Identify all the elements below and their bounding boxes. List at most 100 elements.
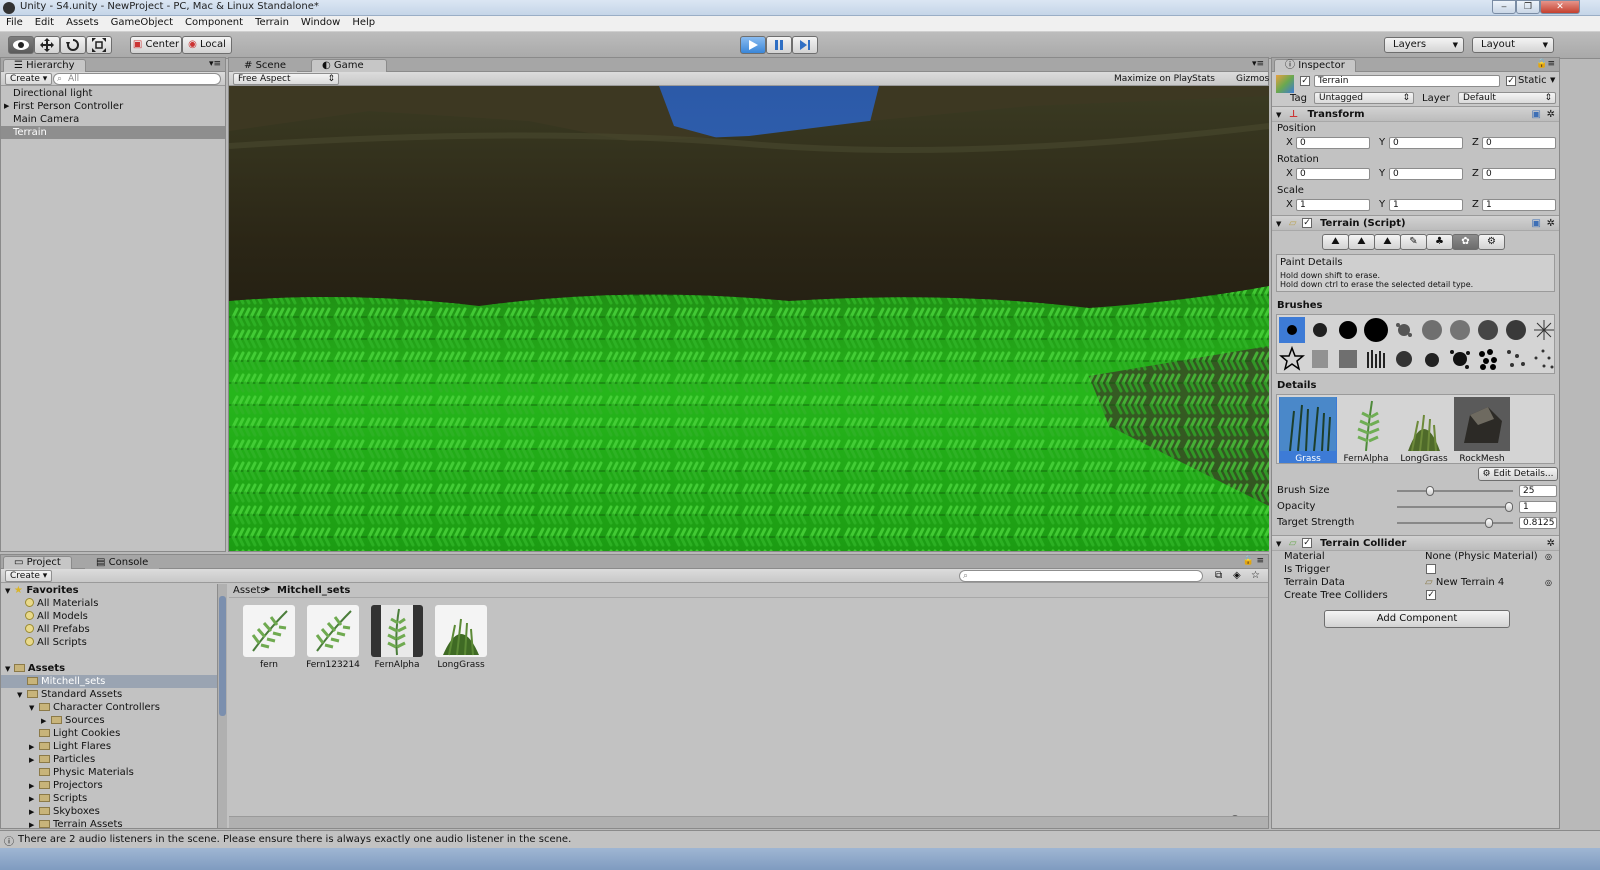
brush-soft-medium[interactable] (1307, 317, 1333, 343)
menu-help[interactable]: Help (346, 16, 381, 28)
status-bar[interactable]: ⓘ There are 2 audio listeners in the sce… (0, 830, 1600, 848)
rotation-y-field[interactable]: 0 (1389, 168, 1463, 180)
raise-lower-terrain-icon[interactable]: ⛰ (1322, 234, 1349, 250)
tab-console[interactable]: ▤ Console (85, 556, 160, 569)
project-folder-item[interactable]: ▶ Light Flares (1, 740, 217, 753)
project-folder-item[interactable]: Physic Materials (1, 766, 217, 779)
material-value[interactable]: None (Physic Material) (1425, 550, 1538, 563)
asset-longgrass[interactable]: LongGrass (433, 605, 489, 675)
stats-toggle[interactable]: Stats (1187, 73, 1220, 85)
gear-icon[interactable]: ✲ (1547, 536, 1555, 551)
brush-hair-2[interactable] (1335, 346, 1361, 372)
project-folder-item[interactable]: ▼ Standard Assets (1, 688, 217, 701)
tab-project[interactable]: ▭ Project (3, 556, 72, 569)
layer-dropdown[interactable]: Default ⇕ (1458, 92, 1556, 104)
opacity-slider-knob[interactable] (1505, 502, 1513, 512)
object-picker-icon[interactable]: ◎ (1545, 576, 1552, 589)
brush-star-outline-icon[interactable] (1278, 345, 1306, 372)
breadcrumb-assets[interactable]: Assets (233, 585, 266, 596)
expand-arrow-icon[interactable]: ▶ (4, 100, 9, 113)
menu-edit[interactable]: Edit (29, 16, 60, 28)
favorite-all-models[interactable]: All Models (1, 610, 217, 623)
hierarchy-search-input[interactable]: ⌕ All (53, 73, 221, 85)
brush-noise-3[interactable] (1475, 317, 1501, 343)
play-button[interactable] (740, 36, 766, 54)
brush-hair-1[interactable] (1307, 346, 1333, 372)
project-folder-item[interactable]: ▶ Projectors (1, 779, 217, 792)
project-folder-item[interactable]: ▶ Terrain Assets (1, 818, 217, 828)
paint-texture-icon[interactable]: ✎ (1400, 234, 1427, 250)
create-tree-colliders-checkbox[interactable]: ✓ (1426, 590, 1436, 600)
add-component-button[interactable]: Add Component (1324, 610, 1510, 628)
object-picker-icon[interactable]: ◎ (1545, 550, 1552, 563)
panel-menu-icon[interactable]: ▾≡ (209, 59, 221, 69)
assets-header[interactable]: ▼ Assets (1, 662, 217, 675)
hierarchy-item-directional-light[interactable]: Directional light (1, 87, 225, 100)
active-checkbox[interactable]: ✓ (1300, 76, 1310, 86)
menu-terrain[interactable]: Terrain (249, 16, 295, 28)
help-book-icon[interactable]: ▣ (1532, 107, 1541, 122)
maximize-on-play-toggle[interactable]: Maximize on Play (1109, 73, 1197, 85)
brush-splatter-1[interactable] (1391, 317, 1417, 343)
place-trees-icon[interactable]: ♣ (1426, 234, 1453, 250)
filter-by-type-icon[interactable]: ⧉ (1215, 570, 1222, 581)
help-book-icon[interactable]: ▣ (1532, 216, 1541, 231)
panel-menu-icon[interactable]: ≡ (1256, 556, 1264, 566)
project-folder-item[interactable]: Mitchell_sets (1, 675, 217, 688)
terrain-data-field[interactable]: ▱ New Terrain 4 (1425, 576, 1504, 589)
menu-assets[interactable]: Assets (60, 16, 105, 28)
gear-icon[interactable]: ✲ (1547, 216, 1555, 231)
brush-round-hard[interactable] (1335, 317, 1361, 343)
brush-blob-2[interactable] (1419, 346, 1445, 372)
gizmos-toggle[interactable]: Gizmos ▾ (1231, 73, 1274, 95)
terrain-collider-header[interactable]: ▼ ▱ ✓ Terrain Collider ✲ (1272, 535, 1559, 551)
smooth-height-icon[interactable]: ⛰ (1374, 234, 1401, 250)
space-local-toggle[interactable]: ◉ Local (182, 36, 232, 54)
favorite-all-materials[interactable]: All Materials (1, 597, 217, 610)
foldout-arrow-icon[interactable]: ▼ (1276, 220, 1281, 228)
opacity-slider-track[interactable] (1397, 506, 1513, 508)
hand-tool-eye-icon[interactable] (8, 36, 34, 54)
scale-y-field[interactable]: 1 (1389, 199, 1463, 211)
foldout-arrow-icon[interactable]: ▼ (1276, 540, 1281, 548)
detail-grass[interactable]: Grass (1279, 397, 1337, 464)
lock-icon[interactable]: 🔒 (1243, 556, 1254, 566)
tab-scene[interactable]: # Scene (233, 59, 298, 72)
chevron-down-icon[interactable]: ▼ (1550, 76, 1555, 84)
filter-by-label-icon[interactable]: ◈ (1233, 570, 1241, 581)
brush-blob-1[interactable] (1391, 346, 1417, 372)
hierarchy-item-first-person-controller[interactable]: ▶ First Person Controller (1, 100, 225, 113)
close-button[interactable]: ✕ (1540, 0, 1580, 14)
detail-fernalpha[interactable]: FernAlpha (1337, 397, 1395, 464)
brush-noise-1[interactable] (1419, 317, 1445, 343)
project-folder-item[interactable]: Light Cookies (1, 727, 217, 740)
menu-file[interactable]: File (0, 16, 29, 28)
scale-z-field[interactable]: 1 (1482, 199, 1556, 211)
tab-inspector[interactable]: ⓘ Inspector (1274, 59, 1356, 72)
favorite-all-scripts[interactable]: All Scripts (1, 636, 217, 649)
tag-dropdown[interactable]: Untagged ⇕ (1314, 92, 1414, 104)
game-viewport[interactable] (229, 86, 1269, 551)
step-button[interactable] (792, 36, 818, 54)
menu-component[interactable]: Component (179, 16, 249, 28)
hierarchy-item-main-camera[interactable]: Main Camera (1, 113, 225, 126)
rotation-x-field[interactable]: 0 (1296, 168, 1370, 180)
position-y-field[interactable]: 0 (1389, 137, 1463, 149)
brush-size-slider-knob[interactable] (1426, 486, 1435, 496)
terrain-enabled-checkbox[interactable]: ✓ (1302, 218, 1312, 228)
project-folder-item[interactable]: ▶ Skyboxes (1, 805, 217, 818)
pause-button[interactable] (766, 36, 792, 54)
breadcrumb-mitchell-sets[interactable]: Mitchell_sets (277, 585, 350, 596)
project-folder-item[interactable]: ▶ Scripts (1, 792, 217, 805)
panel-menu-icon[interactable]: ▾≡ (1252, 59, 1264, 69)
scale-x-field[interactable]: 1 (1296, 199, 1370, 211)
brush-star-burst[interactable] (1531, 317, 1557, 343)
target-strength-field[interactable]: 0.8125 (1519, 517, 1557, 529)
asset-fernalpha[interactable]: FernAlpha (369, 605, 425, 675)
project-search-input[interactable]: ⌕ (959, 570, 1203, 582)
project-folder-item[interactable]: ▼ Character Controllers (1, 701, 217, 714)
brush-round-large[interactable] (1363, 317, 1389, 343)
project-folder-item[interactable]: ▶ Particles (1, 753, 217, 766)
is-trigger-checkbox[interactable] (1426, 564, 1436, 574)
brush-soft-small[interactable] (1279, 317, 1305, 343)
